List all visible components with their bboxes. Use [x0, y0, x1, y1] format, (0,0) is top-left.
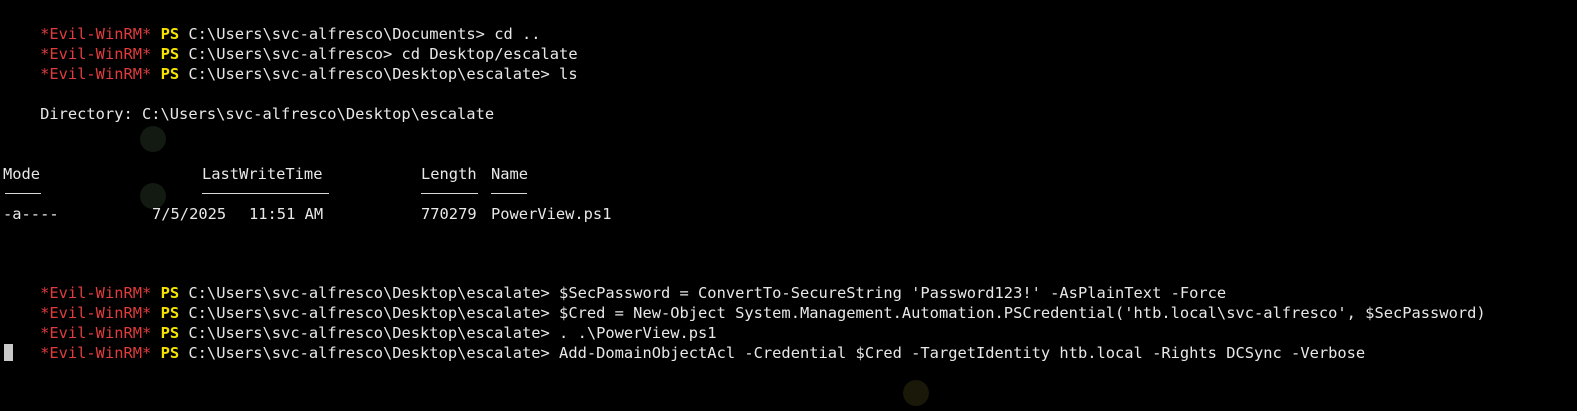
terminal-line: *Evil-WinRM* PS C:\Users\svc-alfresco\De…: [3, 303, 717, 342]
header-underline: [491, 193, 527, 194]
terminal-line: *Evil-WinRM* PS C:\Users\svc-alfresco\De…: [3, 44, 578, 83]
directory-header: Directory: C:\Users\svc-alfresco\Desktop…: [3, 105, 495, 123]
terminal-line: *Evil-WinRM* PS C:\Users\svc-alfresco\De…: [3, 283, 1486, 322]
column-header-lastwritetime: LastWriteTime: [202, 165, 323, 183]
text-cursor[interactable]: [4, 344, 13, 361]
header-underline: [202, 193, 329, 194]
terminal-line: *Evil-WinRM* PS C:\Users\svc-alfresco> c…: [3, 24, 578, 63]
row-date: 7/5/2025: [152, 205, 227, 223]
command-text: Add-DomainObjectAcl -Credential $Cred -T…: [559, 344, 1366, 362]
prompt-host: *Evil-WinRM*: [40, 65, 152, 83]
column-header-length: Length: [421, 165, 477, 183]
ghost-node-icon: [140, 126, 166, 152]
terminal-line: *Evil-WinRM* PS C:\Users\svc-alfresco\De…: [3, 323, 1365, 362]
prompt-shell: PS: [160, 65, 180, 83]
command-text: ls: [559, 65, 578, 83]
ghost-node-icon: [903, 380, 929, 406]
prompt-host: *Evil-WinRM*: [40, 344, 152, 362]
row-length: 770279: [421, 205, 477, 223]
terminal-line: *Evil-WinRM* PS C:\Users\svc-alfresco\Do…: [3, 4, 540, 43]
header-underline: [421, 193, 478, 194]
terminal-line: *Evil-WinRM* PS C:\Users\svc-alfresco\De…: [3, 263, 1226, 302]
row-time: 11:51 AM: [249, 205, 324, 223]
prompt-shell: PS: [160, 344, 180, 362]
prompt-path: C:\Users\svc-alfresco\Desktop\escalate>: [188, 344, 550, 362]
column-header-name: Name: [491, 165, 529, 183]
row-name: PowerView.ps1: [491, 205, 612, 223]
column-header-mode: Mode: [3, 165, 41, 183]
header-underline: [5, 193, 41, 194]
terminal-window[interactable]: *Evil-WinRM* PS C:\Users\svc-alfresco\Do…: [0, 0, 1577, 411]
row-mode: -a----: [3, 205, 59, 223]
prompt-path: C:\Users\svc-alfresco\Desktop\escalate>: [188, 65, 550, 83]
